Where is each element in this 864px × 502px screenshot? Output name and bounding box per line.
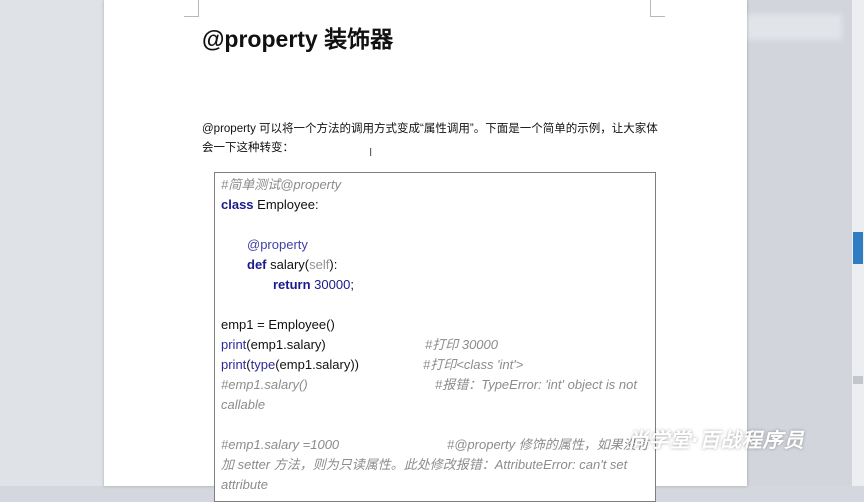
code-comment: #打印<class 'int'> [423,357,524,372]
code-line: emp1 = Employee() [221,317,335,332]
code-line: print(emp1.salary) [221,337,326,352]
scroll-down-arrow-icon[interactable] [853,376,863,384]
text-cursor-icon: I [369,146,373,159]
code-line: print(type(emp1.salary)) [221,357,360,372]
margin-mark-top-left [184,0,199,17]
code-line: 加 setter 方法，则为只读属性。此处修改报错：AttributeError… [221,457,628,472]
code-line: attribute [221,477,268,492]
code-line: #emp1.salary =1000 [221,437,340,452]
code-comment: #打印 30000 [425,337,498,352]
margin-mark-top-right [650,0,665,17]
code-comment: #@property 修饰的属性，如果没有 [447,437,649,452]
workspace-right [747,0,864,486]
code-line: return 30000; [273,277,354,292]
vertical-scrollbar[interactable] [852,0,864,486]
code-block: #简单测试@property class Employee: @property… [214,172,656,502]
workspace-left [0,0,104,486]
intro-paragraph: @property 可以将一个方法的调用方式变成“属性调用”。下面是一个简单的示… [202,123,658,154]
code-line: @property [247,237,308,252]
code-comment: #报错：TypeError: 'int' object is not [435,377,637,392]
watermark-logo: 尚学堂·百战程序员 [628,428,805,452]
code-line: def salary(self): [247,257,338,272]
code-line: #emp1.salary() [221,377,308,392]
scrollbar-thumb[interactable] [853,232,863,264]
code-line: class Employee: [221,197,319,212]
code-line: callable [221,397,266,412]
document-page[interactable]: @property 装饰器 @property 可以将一个方法的调用方式变成“属… [104,0,747,502]
code-line: #简单测试@property [221,177,342,192]
watermark-top [732,14,842,40]
section-heading: @property 装饰器 [202,26,394,52]
